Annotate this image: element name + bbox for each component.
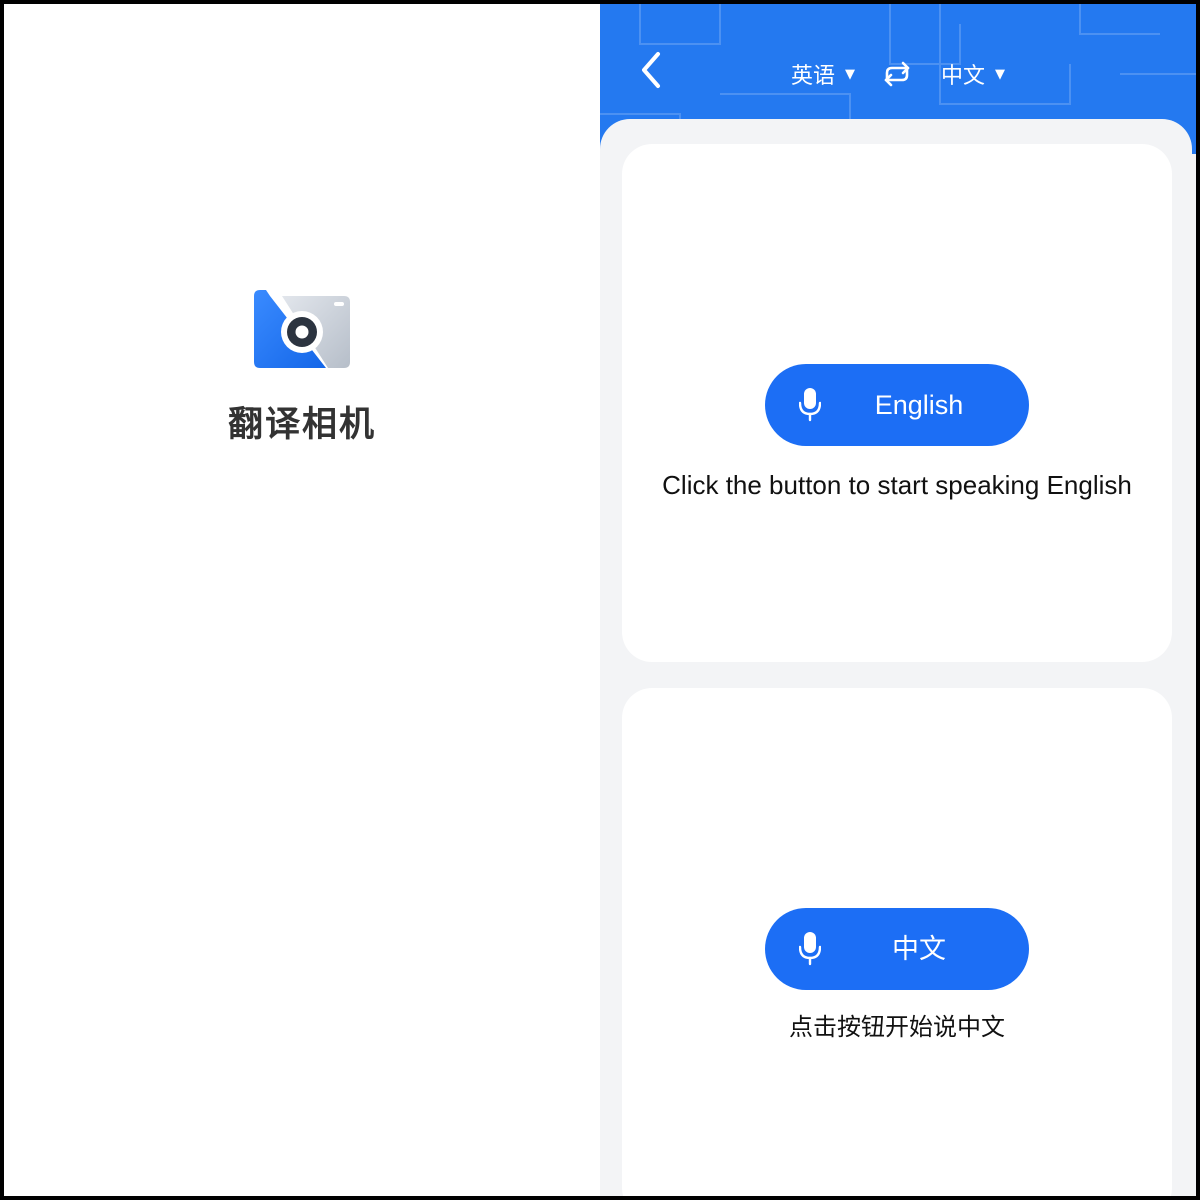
splash-screen: 翻译相机 [4, 4, 600, 1196]
camera-translate-logo-icon [254, 290, 350, 368]
english-hint-text: Click the button to start speaking Engli… [662, 470, 1132, 500]
app-name: 翻译相机 [227, 405, 376, 445]
caret-down-icon: ▼ [845, 66, 855, 82]
target-language-label: 中文 [941, 64, 986, 89]
chinese-speech-card: 中文 点击按钮开始说中文 [622, 688, 1172, 1196]
voice-translate-screen: 英语 ▼ 中文 ▼ English Click the button to st… [600, 4, 1196, 1196]
source-language-dropdown[interactable]: 英语 ▼ [785, 58, 861, 90]
target-language-dropdown[interactable]: 中文 ▼ [935, 58, 1011, 90]
speak-chinese-button[interactable]: 中文 [765, 908, 1029, 990]
speak-chinese-label: 中文 [892, 934, 946, 964]
source-language-label: 英语 [790, 64, 835, 89]
english-speech-card: English Click the button to start speaki… [622, 144, 1172, 662]
microphone-icon [799, 932, 821, 966]
screenshot-frame: 翻译相机 英语 ▼ 中文 ▼ English Click the button … [4, 4, 1196, 1196]
caret-down-icon: ▼ [995, 66, 1006, 82]
speak-english-button[interactable]: English [765, 364, 1029, 446]
language-selector: 英语 ▼ 中文 ▼ [600, 54, 1196, 94]
chinese-hint-text: 点击按钮开始说中文 [789, 1013, 1005, 1041]
swap-arrows-icon[interactable] [879, 59, 915, 89]
microphone-icon [799, 388, 821, 422]
speak-english-label: English [874, 390, 964, 420]
